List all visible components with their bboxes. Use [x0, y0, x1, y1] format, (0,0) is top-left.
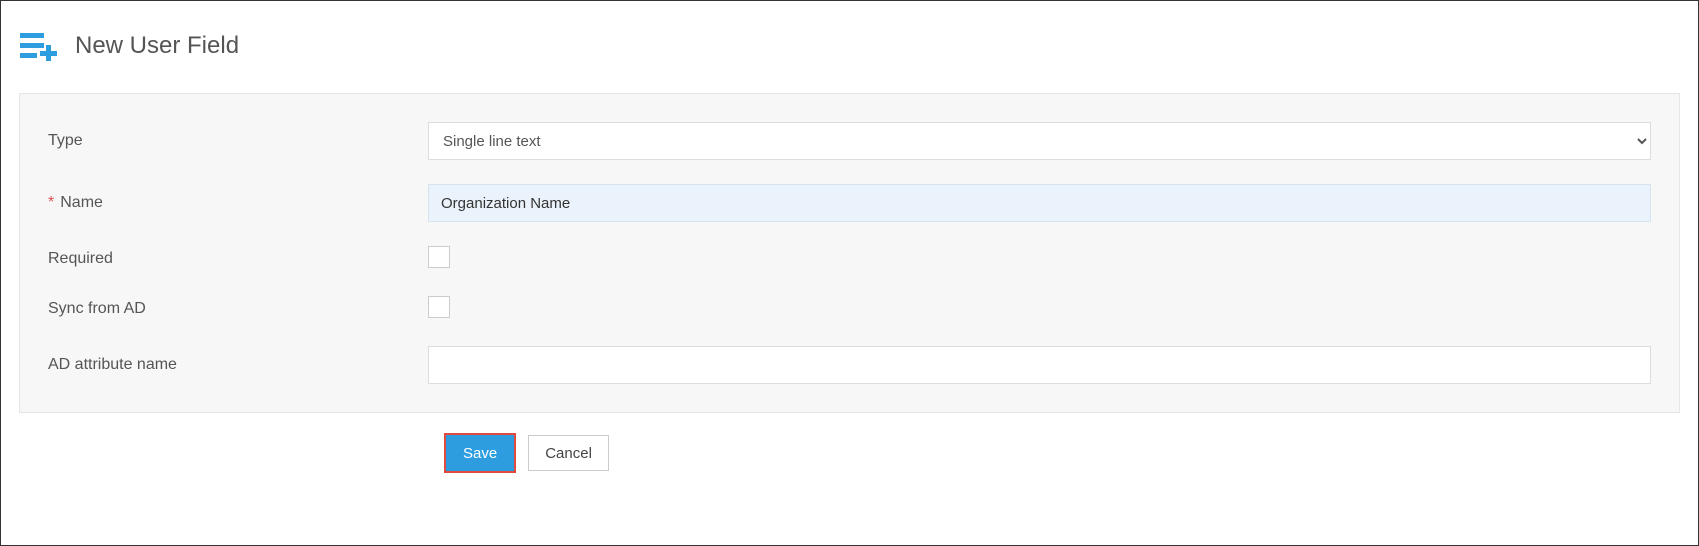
- row-required: Required: [48, 246, 1651, 272]
- ad-attribute-input[interactable]: [428, 346, 1651, 384]
- required-asterisk: *: [48, 194, 54, 212]
- sync-from-ad-checkbox[interactable]: [428, 296, 450, 318]
- list-plus-icon: [19, 29, 63, 63]
- row-sync-from-ad: Sync from AD: [48, 296, 1651, 322]
- page-header: New User Field: [1, 1, 1698, 83]
- ad-attribute-label: AD attribute name: [48, 356, 428, 374]
- name-label: Name: [60, 194, 103, 212]
- row-ad-attribute: AD attribute name: [48, 346, 1651, 384]
- name-input[interactable]: [428, 184, 1651, 222]
- page-container: New User Field Type Single line text * N…: [0, 0, 1699, 546]
- type-label: Type: [48, 132, 428, 150]
- save-button[interactable]: Save: [446, 435, 514, 471]
- form-actions: Save Cancel: [1, 429, 1698, 501]
- required-checkbox[interactable]: [428, 246, 450, 268]
- page-title: New User Field: [75, 32, 239, 60]
- type-select[interactable]: Single line text: [428, 122, 1651, 160]
- form-panel: Type Single line text * Name Required: [19, 93, 1680, 413]
- cancel-button[interactable]: Cancel: [528, 435, 609, 471]
- row-name: * Name: [48, 184, 1651, 222]
- sync-from-ad-label: Sync from AD: [48, 300, 428, 318]
- row-type: Type Single line text: [48, 122, 1651, 160]
- required-label: Required: [48, 250, 428, 268]
